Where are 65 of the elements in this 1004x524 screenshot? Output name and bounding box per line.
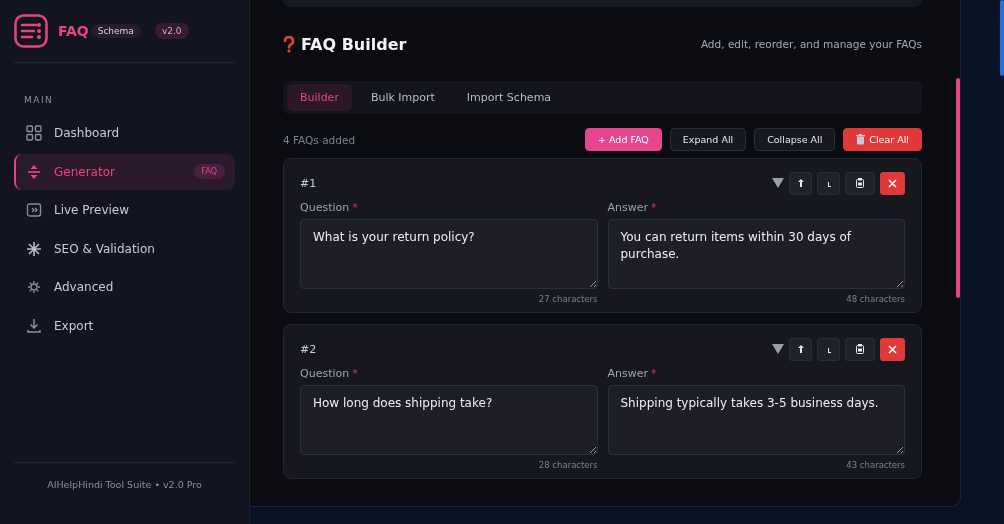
required-mark: * <box>651 201 657 214</box>
question-label: Question <box>300 201 350 214</box>
clipboard-icon <box>856 178 864 188</box>
move-up-button[interactable] <box>789 171 812 195</box>
toolbar-button[interactable]: Collapse All <box>754 128 836 151</box>
required-mark: * <box>352 367 358 380</box>
nav-item[interactable]: Generator FAQ <box>14 153 235 190</box>
version-badge: v2.0 <box>154 23 189 39</box>
up-arrow-icon <box>797 345 804 353</box>
answer-field[interactable]: You can return items within 30 days of purchase. <box>607 219 905 289</box>
move-up-button[interactable] <box>789 337 812 361</box>
close-icon <box>888 344 897 354</box>
trash-icon <box>856 134 866 145</box>
scrollbar-thumb[interactable] <box>956 78 960 298</box>
faq-count: 4 FAQs added <box>283 133 356 146</box>
tab[interactable]: Import Schema <box>453 84 565 111</box>
answer-field[interactable]: Shipping typically takes 3-5 business days. <box>607 385 905 455</box>
delete-button[interactable] <box>880 171 905 195</box>
nav-item[interactable]: Export <box>14 307 235 344</box>
question-field[interactable]: What is your return policy? <box>300 219 598 289</box>
collapse-triangle-icon[interactable] <box>772 344 784 354</box>
collapse-triangle-icon[interactable] <box>772 178 784 188</box>
grid-icon <box>26 125 42 141</box>
character-count: 43 characters <box>846 460 905 470</box>
answer-label: Answer <box>607 367 648 380</box>
question-mark-icon <box>283 35 295 53</box>
page-title: FAQ Builder <box>301 34 407 54</box>
sparkle-icon <box>26 240 42 257</box>
character-count: 27 characters <box>538 294 598 304</box>
required-mark: * <box>651 367 657 380</box>
brand-tag: Schema <box>90 24 141 38</box>
brand-name: FAQ <box>58 23 89 39</box>
required-mark: * <box>352 201 358 214</box>
scrollbar-thumb[interactable] <box>1000 0 1004 76</box>
toolbar-button[interactable]: Expand All <box>669 128 747 151</box>
question-label: Question <box>300 367 350 380</box>
up-arrow-icon <box>797 179 804 187</box>
faq-number: #1 <box>300 176 317 190</box>
duplicate-button[interactable] <box>845 171 875 195</box>
faq-number: #2 <box>300 342 317 356</box>
add-button[interactable]: + Add FAQ <box>585 128 662 151</box>
download-icon <box>26 317 42 334</box>
section-label: MAIN <box>24 95 55 105</box>
nav-item[interactable]: Advanced <box>14 269 235 306</box>
clipboard-icon <box>856 344 864 354</box>
close-icon <box>888 178 897 188</box>
question-field[interactable]: How long does shipping take? <box>300 385 598 455</box>
tab[interactable]: Bulk Import <box>357 84 448 111</box>
duplicate-button[interactable] <box>845 337 875 361</box>
tab[interactable]: Builder <box>287 84 352 111</box>
gear-icon <box>26 279 42 296</box>
footer-text: AIHelpHindi Tool Suite • v2.0 Pro <box>14 462 235 524</box>
play-icon <box>26 202 42 219</box>
character-count: 28 characters <box>538 460 598 470</box>
arrows-icon <box>26 163 42 180</box>
nav-item[interactable]: Live Preview <box>14 192 235 229</box>
logo-icon <box>14 14 48 48</box>
delete-button[interactable] <box>880 337 905 361</box>
clear-button[interactable]: Clear All <box>843 128 922 151</box>
nav-item[interactable]: Dashboard <box>14 115 235 151</box>
page-subtitle: Add, edit, reorder, and manage your FAQs <box>700 38 922 50</box>
character-count: 48 characters <box>846 294 905 304</box>
answer-label: Answer <box>607 201 648 214</box>
nav-item[interactable]: SEO & Validation <box>14 230 235 267</box>
nav-badge: FAQ <box>193 164 225 180</box>
